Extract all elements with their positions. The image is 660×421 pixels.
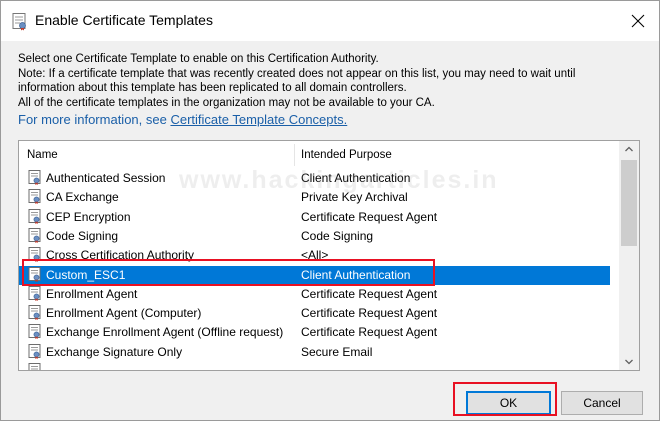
scroll-up-button[interactable] xyxy=(619,141,639,158)
template-purpose: Code Signing xyxy=(301,228,374,243)
certificate-template-icon xyxy=(12,13,28,36)
watermark: www.hackingarticles.in xyxy=(179,166,499,194)
template-purpose: Certificate Request Agent xyxy=(301,286,438,301)
template-name: Enrollment Agent (Computer) xyxy=(46,306,202,321)
certificate-template-icon xyxy=(28,305,42,324)
chevron-up-icon xyxy=(625,146,633,152)
certificate-template-icon xyxy=(28,285,42,305)
certificate-template-icon xyxy=(28,343,42,363)
list-item[interactable] xyxy=(19,362,610,370)
list-item[interactable]: Exchange Signature Only Secure Email xyxy=(19,343,610,362)
certificate-template-icon xyxy=(28,189,42,208)
list-item[interactable]: CEP Encryption Certificate Request Agent xyxy=(19,208,610,227)
dialog-window: Enable Certificate Templates Select one … xyxy=(0,0,660,421)
instructions-line: Select one Certificate Template to enabl… xyxy=(18,53,379,65)
certificate-template-concepts-link[interactable]: Certificate Template Concepts. xyxy=(170,112,347,127)
scroll-down-button[interactable] xyxy=(619,353,639,370)
template-name: CA Exchange xyxy=(46,190,119,205)
more-info-prefix: For more information, see xyxy=(18,112,171,127)
template-name: Enrollment Agent xyxy=(46,286,138,301)
template-name: Authenticated Session xyxy=(46,171,166,185)
scrollbar-thumb[interactable] xyxy=(621,160,637,246)
certificate-template-icon xyxy=(28,170,42,189)
instructions-line: information about this template has been… xyxy=(18,82,407,95)
column-header-purpose[interactable]: Intended Purpose xyxy=(301,149,392,161)
list-item[interactable]: Code Signing Code Signing xyxy=(19,227,610,246)
certificate-template-icon xyxy=(28,324,42,343)
chevron-down-icon xyxy=(625,359,633,365)
list-item[interactable]: Enrollment Agent (Computer) Certificate R… xyxy=(19,304,610,323)
highlight-selected-row xyxy=(22,259,435,286)
instructions-line: Note: If a certificate template that was… xyxy=(18,67,576,80)
close-button[interactable] xyxy=(615,1,659,41)
template-purpose: Certificate Request Agent xyxy=(301,306,438,321)
close-icon xyxy=(631,14,645,28)
certificate-template-icon xyxy=(28,363,42,370)
certificate-template-icon xyxy=(28,208,42,228)
instructions-line: All of the certificate templates in the … xyxy=(18,96,435,109)
highlight-ok-button xyxy=(453,382,557,416)
column-divider[interactable] xyxy=(294,144,295,166)
template-purpose: Certificate Request Agent xyxy=(301,325,438,340)
certificate-template-icon xyxy=(28,227,42,247)
vertical-scrollbar[interactable] xyxy=(619,141,639,370)
template-name: Exchange Enrollment Agent (Offline reque… xyxy=(46,325,284,340)
template-name: CEP Encryption xyxy=(46,209,131,224)
template-name: Code Signing xyxy=(46,228,119,243)
list-header: Name Intended Purpose xyxy=(19,141,619,169)
column-header-name[interactable]: Name xyxy=(27,149,58,161)
template-list[interactable]: Name Intended Purpose Authenticated Sess… xyxy=(18,140,640,371)
instructions-text: Select one Certificate Template to enabl… xyxy=(18,52,638,110)
template-name: Exchange Signature Only xyxy=(46,344,183,359)
more-info: For more information, see Certificate Te… xyxy=(18,112,347,127)
list-item[interactable]: Exchange Enrollment Agent (Offline reque… xyxy=(19,323,610,342)
window-title: Enable Certificate Templates xyxy=(35,12,213,28)
title-bar: Enable Certificate Templates xyxy=(1,1,659,41)
cancel-button[interactable]: Cancel xyxy=(561,391,643,415)
template-purpose: Certificate Request Agent xyxy=(301,209,438,224)
list-item[interactable]: Enrollment Agent Certificate Request Agen… xyxy=(19,285,610,304)
template-purpose: Secure Email xyxy=(301,344,373,359)
